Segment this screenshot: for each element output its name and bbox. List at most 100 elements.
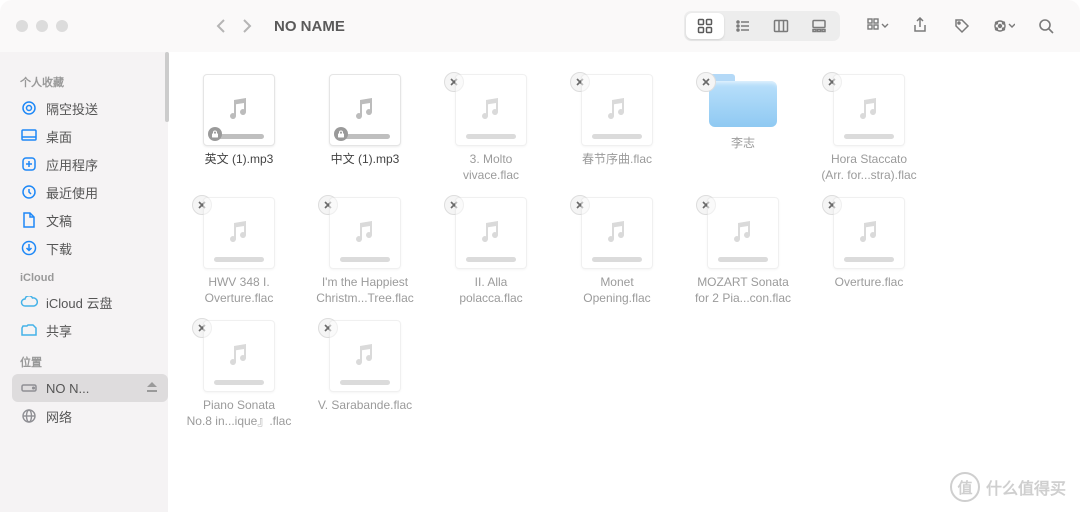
eject-icon[interactable]: [146, 381, 160, 396]
music-note-icon: [728, 218, 758, 248]
audio-thumb: [329, 320, 401, 392]
audio-thumb: [581, 197, 653, 269]
file-item[interactable]: V. Sarabande.flac: [302, 314, 428, 437]
audio-thumb: [833, 74, 905, 146]
file-item[interactable]: 春节序曲.flac: [554, 68, 680, 191]
audio-thumb: [707, 197, 779, 269]
toolbar: NO NAME: [0, 0, 1080, 52]
view-icons-button[interactable]: [686, 13, 724, 39]
file-label: Monet Opening.flac: [583, 275, 650, 306]
file-grid[interactable]: 英文 (1).mp3 中文 (1).mp3 3. Molto vivace.flac…: [168, 52, 1080, 512]
file-label: 春节序曲.flac: [582, 152, 652, 168]
audio-thumb: [833, 197, 905, 269]
music-note-icon: [854, 95, 884, 125]
music-note-icon: [602, 218, 632, 248]
music-note-icon: [224, 218, 254, 248]
file-item[interactable]: I'm the Happiest Christm...Tree.flac: [302, 191, 428, 314]
group-button[interactable]: [860, 13, 896, 39]
sidebar-item-noname[interactable]: NO N...: [12, 374, 168, 402]
back-button[interactable]: [208, 13, 234, 39]
window-title: NO NAME: [274, 18, 345, 35]
view-list-button[interactable]: [724, 13, 762, 39]
file-label: Overture.flac: [835, 275, 904, 291]
cancel-download-button[interactable]: [696, 72, 716, 92]
search-button[interactable]: [1028, 13, 1064, 39]
lock-icon: [334, 127, 348, 141]
tags-button[interactable]: [944, 13, 980, 39]
sidebar-item-network[interactable]: 网络: [12, 402, 168, 430]
audio-thumb: [203, 74, 275, 146]
sidebar-locations-header: 位置: [20, 354, 168, 370]
file-label: MOZART Sonata for 2 Pia...con.flac: [695, 275, 791, 306]
forward-button[interactable]: [234, 13, 260, 39]
recents-icon: [20, 183, 38, 201]
file-label: 李志: [731, 136, 755, 152]
audio-thumb: [329, 197, 401, 269]
file-item[interactable]: 3. Molto vivace.flac: [428, 68, 554, 191]
audio-thumb: [329, 74, 401, 146]
view-columns-button[interactable]: [762, 13, 800, 39]
audio-thumb: [455, 74, 527, 146]
music-note-icon: [350, 218, 380, 248]
music-note-icon: [224, 95, 254, 125]
file-label: 中文 (1).mp3: [331, 152, 400, 168]
sidebar-item-shared[interactable]: 共享: [12, 316, 168, 344]
audio-thumb: [455, 197, 527, 269]
sidebar-item-downloads[interactable]: 下载: [12, 234, 168, 262]
file-item[interactable]: MOZART Sonata for 2 Pia...con.flac: [680, 191, 806, 314]
music-note-icon: [224, 341, 254, 371]
music-note-icon: [476, 218, 506, 248]
sidebar-item-desktop[interactable]: 桌面: [12, 122, 168, 150]
sidebar-item-icloud-drive[interactable]: iCloud 云盘: [12, 288, 168, 316]
shared-icon: [20, 321, 38, 339]
file-item[interactable]: 英文 (1).mp3: [176, 68, 302, 191]
audio-thumb: [581, 74, 653, 146]
sidebar-favorites-header: 个人收藏: [20, 74, 168, 90]
close-window[interactable]: [16, 20, 28, 32]
music-note-icon: [350, 95, 380, 125]
file-label: Piano Sonata No.8 in...ique』.flac: [187, 398, 292, 429]
file-label: 英文 (1).mp3: [205, 152, 274, 168]
music-note-icon: [350, 341, 380, 371]
cloud-icon: [20, 293, 38, 311]
folder-icon: [709, 74, 777, 130]
window-controls: [16, 20, 68, 32]
network-icon: [20, 407, 38, 425]
file-item[interactable]: Piano Sonata No.8 in...ique』.flac: [176, 314, 302, 437]
music-note-icon: [854, 218, 884, 248]
applications-icon: [20, 155, 38, 173]
file-label: I'm the Happiest Christm...Tree.flac: [316, 275, 414, 306]
audio-thumb: [203, 197, 275, 269]
file-label: 3. Molto vivace.flac: [463, 152, 519, 183]
zoom-window[interactable]: [56, 20, 68, 32]
file-item[interactable]: 李志: [680, 68, 806, 191]
file-label: II. Alla polacca.flac: [459, 275, 522, 306]
disk-icon: [20, 379, 38, 397]
file-item[interactable]: 中文 (1).mp3: [302, 68, 428, 191]
desktop-icon: [20, 127, 38, 145]
downloads-icon: [20, 239, 38, 257]
file-item[interactable]: II. Alla polacca.flac: [428, 191, 554, 314]
action-button[interactable]: [986, 13, 1022, 39]
file-label: V. Sarabande.flac: [318, 398, 412, 414]
view-mode-group: [684, 11, 840, 41]
file-item[interactable]: Monet Opening.flac: [554, 191, 680, 314]
airdrop-icon: [20, 99, 38, 117]
file-item[interactable]: Overture.flac: [806, 191, 932, 314]
minimize-window[interactable]: [36, 20, 48, 32]
audio-thumb: [203, 320, 275, 392]
file-label: HWV 348 I. Overture.flac: [205, 275, 274, 306]
sidebar-item-recents[interactable]: 最近使用: [12, 178, 168, 206]
lock-icon: [208, 127, 222, 141]
sidebar-icloud-header: iCloud: [20, 272, 168, 284]
watermark: 值什么值得买: [950, 472, 1066, 502]
sidebar: 个人收藏 隔空投送 桌面 应用程序 最近使用 文稿 下载 iCloud iClo…: [0, 52, 168, 512]
view-gallery-button[interactable]: [800, 13, 838, 39]
file-item[interactable]: Hora Staccato (Arr. for...stra).flac: [806, 68, 932, 191]
share-button[interactable]: [902, 13, 938, 39]
sidebar-item-applications[interactable]: 应用程序: [12, 150, 168, 178]
sidebar-item-airdrop[interactable]: 隔空投送: [12, 94, 168, 122]
music-note-icon: [602, 95, 632, 125]
sidebar-item-documents[interactable]: 文稿: [12, 206, 168, 234]
file-item[interactable]: HWV 348 I. Overture.flac: [176, 191, 302, 314]
